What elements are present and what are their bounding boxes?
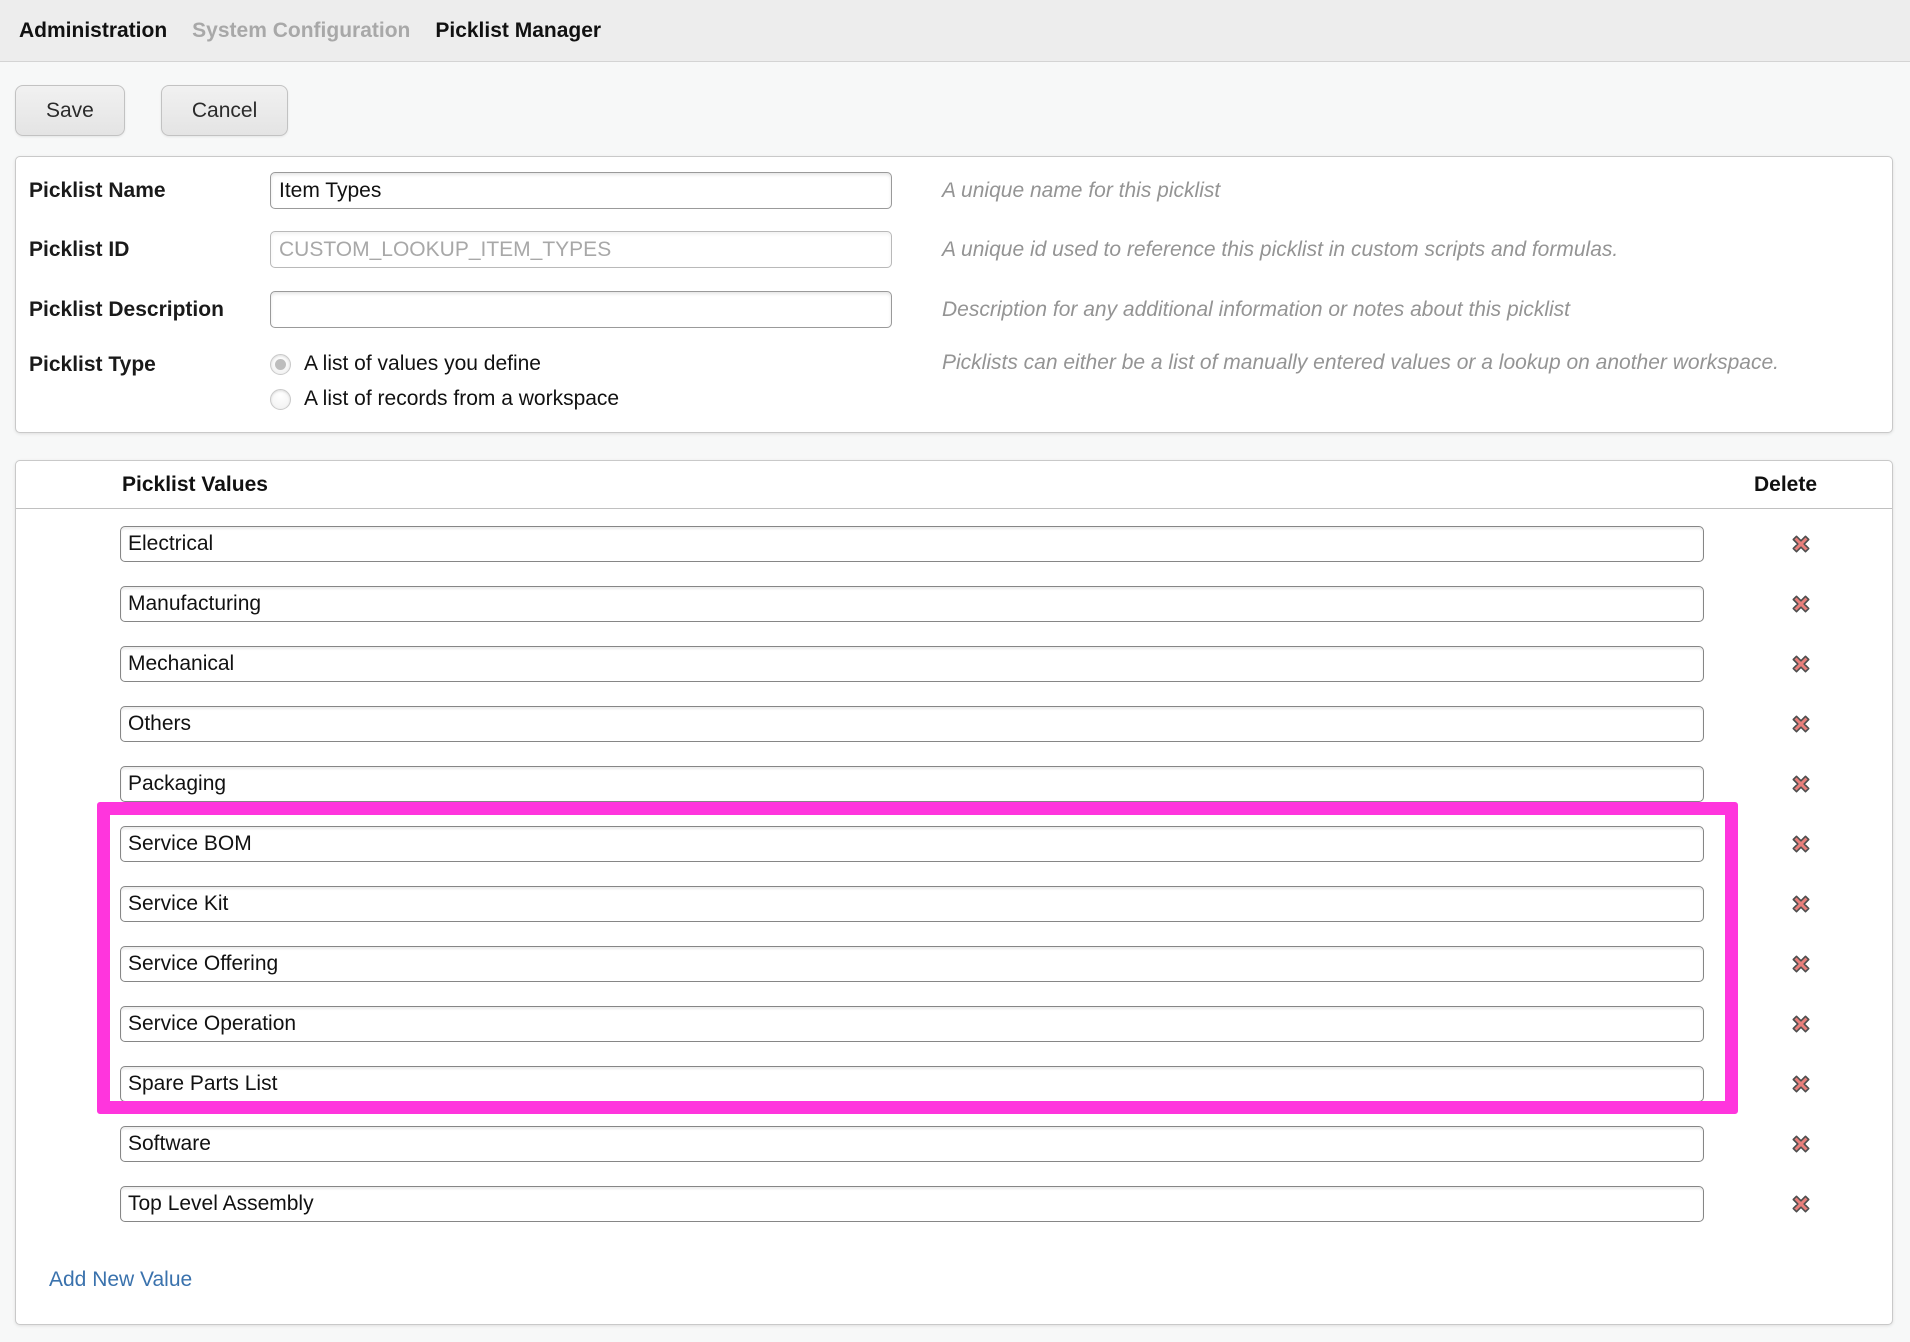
picklist-name-row: Picklist Name A unique name for this pic… bbox=[29, 172, 1879, 209]
picklist-value-row bbox=[120, 1186, 1892, 1222]
radio-option-label: A list of records from a workspace bbox=[304, 387, 619, 411]
picklist-type-row: Picklist Type A list of values you defin… bbox=[29, 349, 1879, 429]
picklist-description-row: Picklist Description Description for any… bbox=[29, 291, 1879, 328]
picklist-value-input[interactable] bbox=[120, 1126, 1704, 1162]
picklist-value-input[interactable] bbox=[120, 1186, 1704, 1222]
picklist-description-label: Picklist Description bbox=[29, 298, 270, 322]
picklist-value-row bbox=[120, 1066, 1892, 1102]
picklist-value-row bbox=[120, 526, 1892, 562]
delete-icon[interactable] bbox=[1787, 1190, 1815, 1218]
picklist-id-label: Picklist ID bbox=[29, 238, 270, 262]
picklist-value-row bbox=[120, 826, 1892, 862]
cancel-button[interactable]: Cancel bbox=[161, 85, 288, 136]
picklist-value-input[interactable] bbox=[120, 526, 1704, 562]
picklist-type-options: A list of values you define A list of re… bbox=[270, 349, 619, 414]
picklist-value-input[interactable] bbox=[120, 1006, 1704, 1042]
delete-column-header: Delete bbox=[1754, 473, 1817, 497]
picklist-value-input[interactable] bbox=[120, 826, 1704, 862]
picklist-value-input[interactable] bbox=[120, 1066, 1704, 1102]
top-nav-bar: Administration System Configuration Pick… bbox=[0, 0, 1910, 62]
picklist-value-input[interactable] bbox=[120, 946, 1704, 982]
picklist-value-row bbox=[120, 946, 1892, 982]
picklist-type-label: Picklist Type bbox=[29, 349, 270, 377]
nav-administration[interactable]: Administration bbox=[19, 19, 167, 43]
picklist-value-row bbox=[120, 706, 1892, 742]
picklist-name-input[interactable] bbox=[270, 172, 892, 209]
picklist-values-panel: Picklist Values Delete bbox=[15, 460, 1893, 1325]
delete-icon[interactable] bbox=[1787, 830, 1815, 858]
picklist-id-row: Picklist ID A unique id used to referenc… bbox=[29, 231, 1879, 268]
picklist-value-row bbox=[120, 886, 1892, 922]
radio-option-values-define[interactable]: A list of values you define bbox=[270, 349, 619, 379]
picklist-form-panel: Picklist Name A unique name for this pic… bbox=[15, 156, 1893, 433]
picklist-value-row bbox=[120, 1126, 1892, 1162]
delete-icon[interactable] bbox=[1787, 590, 1815, 618]
save-button[interactable]: Save bbox=[15, 85, 125, 136]
picklist-value-row bbox=[120, 586, 1892, 622]
nav-picklist-manager[interactable]: Picklist Manager bbox=[435, 19, 601, 43]
picklist-value-input[interactable] bbox=[120, 706, 1704, 742]
delete-icon[interactable] bbox=[1787, 950, 1815, 978]
picklist-description-input[interactable] bbox=[270, 291, 892, 328]
picklist-value-row bbox=[120, 1006, 1892, 1042]
action-toolbar: Save Cancel bbox=[15, 85, 288, 136]
delete-icon[interactable] bbox=[1787, 530, 1815, 558]
delete-icon[interactable] bbox=[1787, 1010, 1815, 1038]
values-table-header: Picklist Values Delete bbox=[16, 461, 1892, 509]
delete-icon[interactable] bbox=[1787, 1070, 1815, 1098]
delete-icon[interactable] bbox=[1787, 710, 1815, 738]
delete-icon[interactable] bbox=[1787, 650, 1815, 678]
picklist-id-input bbox=[270, 231, 892, 268]
picklist-type-help: Picklists can either be a list of manual… bbox=[942, 351, 1779, 375]
delete-icon[interactable] bbox=[1787, 890, 1815, 918]
radio-option-label: A list of values you define bbox=[304, 352, 541, 376]
radio-unselected-icon[interactable] bbox=[270, 389, 291, 410]
picklist-id-help: A unique id used to reference this pickl… bbox=[942, 238, 1618, 262]
add-new-value-link[interactable]: Add New Value bbox=[49, 1268, 192, 1292]
values-column-header: Picklist Values bbox=[122, 473, 268, 497]
picklist-value-input[interactable] bbox=[120, 586, 1704, 622]
picklist-name-help: A unique name for this picklist bbox=[942, 179, 1220, 203]
picklist-name-label: Picklist Name bbox=[29, 179, 270, 203]
radio-selected-icon[interactable] bbox=[270, 354, 291, 375]
nav-system-configuration[interactable]: System Configuration bbox=[192, 19, 410, 43]
picklist-value-input[interactable] bbox=[120, 766, 1704, 802]
picklist-value-row bbox=[120, 646, 1892, 682]
values-row-list bbox=[16, 509, 1892, 1222]
picklist-value-input[interactable] bbox=[120, 646, 1704, 682]
delete-icon[interactable] bbox=[1787, 1130, 1815, 1158]
radio-option-records-workspace[interactable]: A list of records from a workspace bbox=[270, 384, 619, 414]
picklist-value-input[interactable] bbox=[120, 886, 1704, 922]
delete-icon[interactable] bbox=[1787, 770, 1815, 798]
picklist-description-help: Description for any additional informati… bbox=[942, 298, 1570, 322]
picklist-value-row bbox=[120, 766, 1892, 802]
